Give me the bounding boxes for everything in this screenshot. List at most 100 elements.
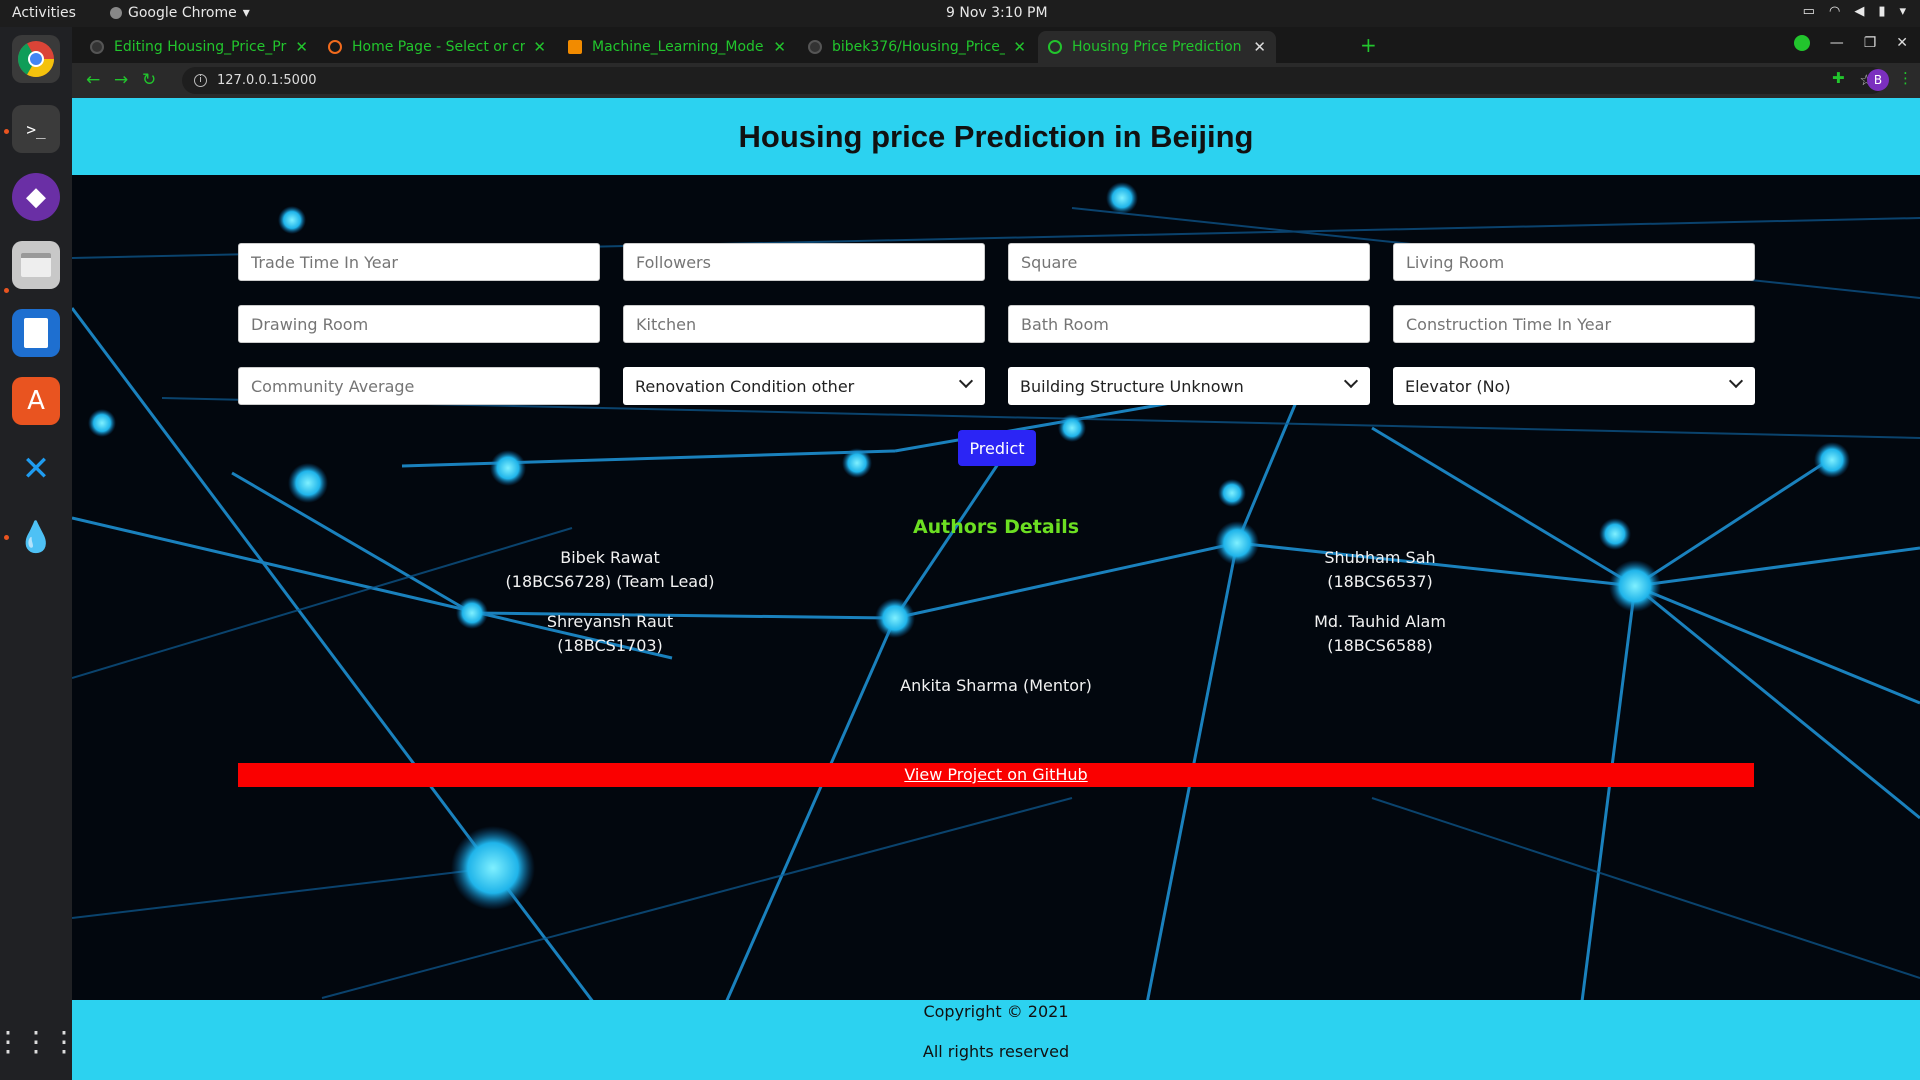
page-header: Housing price Prediction in Beijing bbox=[72, 98, 1920, 175]
reload-icon[interactable]: ↻ bbox=[142, 70, 156, 90]
predict-button[interactable]: Predict bbox=[958, 430, 1036, 466]
close-tab-icon[interactable]: ✕ bbox=[533, 38, 546, 56]
back-arrow-icon[interactable]: ← bbox=[86, 70, 100, 90]
author-detail: (18BCS6537) bbox=[1327, 572, 1433, 591]
elevator-select[interactable]: Elevator (No) bbox=[1393, 367, 1755, 405]
author-shubham: Shubham Sah (18BCS6537) bbox=[1200, 546, 1560, 594]
renovation-condition-value: Renovation Condition other bbox=[635, 376, 855, 396]
running-indicator bbox=[4, 288, 9, 293]
forward-arrow-icon[interactable]: → bbox=[114, 70, 128, 90]
mentor-name: Ankita Sharma (Mentor) bbox=[900, 676, 1092, 695]
activities-button[interactable]: Activities bbox=[12, 5, 76, 21]
kitchen-input[interactable] bbox=[623, 305, 985, 343]
trade-time-input[interactable] bbox=[238, 243, 600, 281]
bath-room-input[interactable] bbox=[1008, 305, 1370, 343]
profile-avatar[interactable]: B bbox=[1867, 69, 1889, 91]
followers-input[interactable] bbox=[623, 243, 985, 281]
chrome-icon[interactable] bbox=[12, 35, 60, 83]
footer-rights: All rights reserved bbox=[922, 1042, 1070, 1061]
renovation-condition-select[interactable]: Renovation Condition other bbox=[623, 367, 985, 405]
show-apps-icon[interactable]: ⋮⋮⋮ bbox=[0, 1017, 78, 1065]
community-average-input[interactable] bbox=[238, 367, 600, 405]
construction-time-input[interactable] bbox=[1393, 305, 1755, 343]
software-center-icon[interactable]: A bbox=[12, 377, 60, 425]
os-top-bar: Activities Google Chrome ▾ 9 Nov 3:10 PM… bbox=[0, 0, 1920, 27]
author-name: Md. Tauhid Alam bbox=[1314, 612, 1446, 631]
tab-housing-price-prediction[interactable]: Housing Price Prediction ✕ bbox=[1038, 31, 1276, 63]
profile-status-icon[interactable] bbox=[1793, 35, 1810, 51]
dock: >_ ◆ A ✕ 💧 ⋮⋮⋮ bbox=[0, 27, 78, 1080]
running-indicator bbox=[4, 535, 9, 540]
app-menu-label: Google Chrome bbox=[128, 5, 237, 21]
files-icon[interactable] bbox=[12, 241, 60, 289]
web-page: Housing price Prediction in Beijing Reno… bbox=[72, 98, 1920, 1080]
battery-icon: ▮ bbox=[1878, 4, 1886, 19]
elevator-value: Elevator (No) bbox=[1405, 376, 1511, 396]
window-controls: — ❐ ✕ bbox=[1793, 35, 1908, 51]
close-tab-icon[interactable]: ✕ bbox=[773, 38, 786, 56]
url-text: 127.0.0.1:5000 bbox=[217, 73, 317, 88]
close-window-icon[interactable]: ✕ bbox=[1896, 35, 1908, 51]
writer-icon[interactable] bbox=[12, 309, 60, 357]
tab-editing-housing[interactable]: Editing Housing_Price_Pr ✕ bbox=[80, 31, 318, 63]
tab-strip: Editing Housing_Price_Pr ✕ Home Page - S… bbox=[72, 27, 1920, 63]
globe-favicon-icon bbox=[1048, 40, 1062, 54]
github-favicon-icon bbox=[808, 40, 822, 54]
app-menu[interactable]: Google Chrome ▾ bbox=[110, 5, 250, 21]
tab-home-page[interactable]: Home Page - Select or cre ✕ bbox=[318, 31, 556, 63]
browser-toolbar: ← → ↻ i 127.0.0.1:5000 ☆ ✚ B ⋮ bbox=[72, 63, 1920, 98]
info-icon[interactable]: i bbox=[194, 74, 207, 87]
page-title: Housing price Prediction in Beijing bbox=[738, 118, 1254, 154]
restore-icon[interactable]: ❐ bbox=[1864, 35, 1877, 51]
close-tab-icon[interactable]: ✕ bbox=[1013, 38, 1026, 56]
chevron-down-icon bbox=[1728, 373, 1744, 389]
terminal-icon[interactable]: >_ bbox=[12, 105, 60, 153]
building-structure-select[interactable]: Building Structure Unknown bbox=[1008, 367, 1370, 405]
power-menu-icon: ▾ bbox=[1899, 4, 1906, 19]
author-detail: (18BCS6728) (Team Lead) bbox=[505, 572, 715, 591]
notebook-favicon-icon bbox=[568, 40, 582, 54]
author-mentor: Ankita Sharma (Mentor) bbox=[816, 674, 1176, 698]
screen-icon: ▭ bbox=[1802, 4, 1815, 19]
author-name: Shreyansh Raut bbox=[546, 612, 674, 631]
new-tab-plus-icon[interactable]: + bbox=[1360, 33, 1377, 57]
author-tauhid: Md. Tauhid Alam (18BCS6588) bbox=[1200, 610, 1560, 658]
running-indicator bbox=[4, 129, 9, 134]
square-input[interactable] bbox=[1008, 243, 1370, 281]
system-tray[interactable]: ▭ ◠ ◀ ▮ ▾ bbox=[1803, 4, 1906, 19]
author-shreyansh: Shreyansh Raut (18BCS1703) bbox=[430, 610, 790, 658]
volume-icon: ◀ bbox=[1854, 4, 1865, 19]
extensions-puzzle-icon[interactable]: ✚ bbox=[1832, 69, 1845, 87]
address-bar[interactable]: i 127.0.0.1:5000 ☆ bbox=[182, 67, 1885, 94]
footer-copyright: Copyright © 2021 bbox=[923, 1002, 1069, 1021]
wifi-icon: ◠ bbox=[1828, 4, 1841, 19]
close-tab-icon[interactable]: ✕ bbox=[1253, 38, 1266, 56]
page-footer: Copyright © 2021 All rights reserved bbox=[72, 1000, 1920, 1080]
chrome-small-icon bbox=[110, 7, 122, 19]
chevron-down-icon bbox=[1343, 373, 1359, 389]
github-favicon-icon bbox=[90, 40, 104, 54]
close-tab-icon[interactable]: ✕ bbox=[295, 38, 308, 56]
github-link[interactable]: View Project on GitHub bbox=[904, 765, 1087, 784]
caret-down-icon: ▾ bbox=[242, 5, 250, 21]
living-room-input[interactable] bbox=[1393, 243, 1755, 281]
drawing-room-input[interactable] bbox=[238, 305, 600, 343]
loading-favicon-icon bbox=[328, 40, 342, 54]
authors-title: Authors Details bbox=[912, 516, 1080, 538]
author-bibek: Bibek Rawat (18BCS6728) (Team Lead) bbox=[430, 546, 790, 594]
droplet-app-icon[interactable]: 💧 bbox=[12, 513, 60, 561]
building-structure-value: Building Structure Unknown bbox=[1020, 376, 1244, 396]
tab-github-repo[interactable]: bibek376/Housing_Price_ ✕ bbox=[798, 31, 1036, 63]
author-name: Shubham Sah bbox=[1324, 548, 1436, 567]
author-name: Bibek Rawat bbox=[560, 548, 660, 567]
chevron-down-icon bbox=[958, 373, 974, 389]
author-detail: (18BCS6588) bbox=[1327, 636, 1433, 655]
kebab-menu-icon[interactable]: ⋮ bbox=[1898, 69, 1913, 87]
github-bar: View Project on GitHub bbox=[238, 763, 1754, 787]
author-detail: (18BCS1703) bbox=[557, 636, 663, 655]
vscode-icon[interactable]: ✕ bbox=[12, 445, 60, 493]
brave-nightly-icon[interactable]: ◆ bbox=[12, 173, 60, 221]
minimize-icon[interactable]: — bbox=[1830, 35, 1844, 51]
tab-machine-learning[interactable]: Machine_Learning_Mode ✕ bbox=[558, 31, 796, 63]
clock[interactable]: 9 Nov 3:10 PM bbox=[946, 5, 1048, 21]
